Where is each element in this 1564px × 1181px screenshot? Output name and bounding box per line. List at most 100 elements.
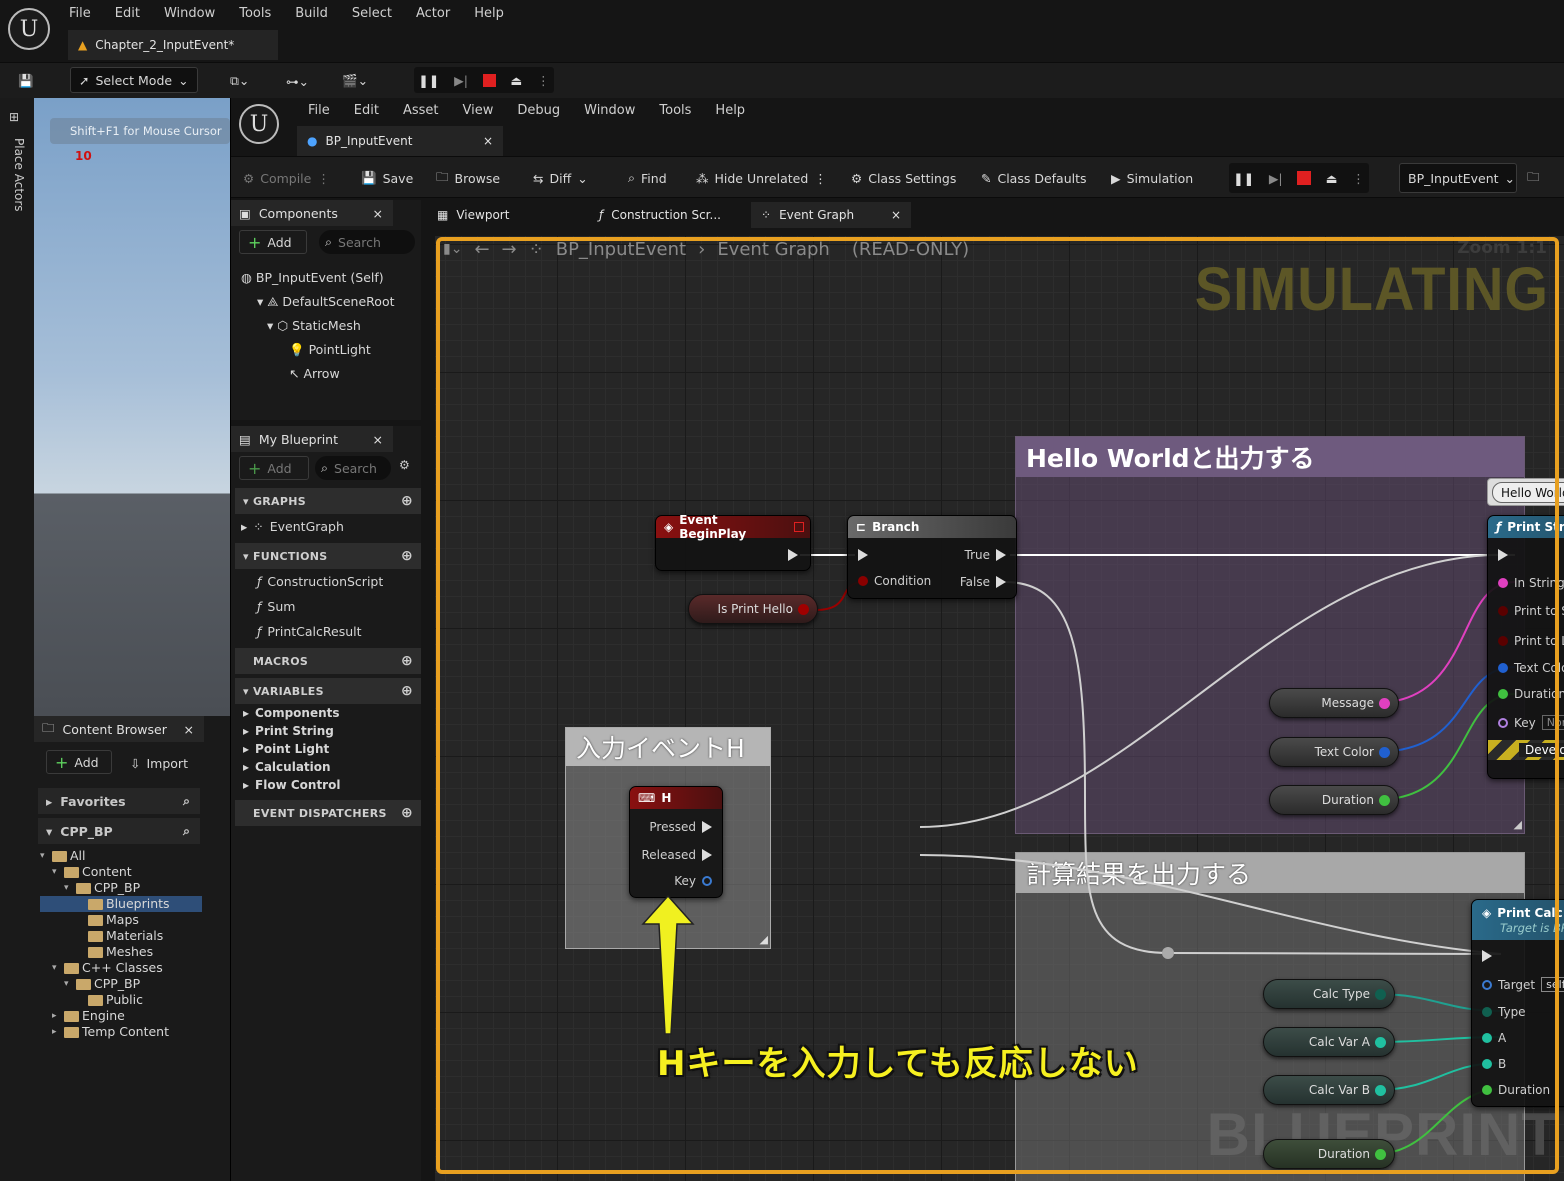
target-pin[interactable]: Target self — [1482, 977, 1564, 992]
class-settings-button[interactable]: ⚙ Class Settings — [851, 165, 956, 191]
folder-item[interactable]: ▾ CPP_BP — [40, 880, 202, 896]
unreal-logo-icon[interactable]: U — [8, 8, 50, 50]
cinematics-icon[interactable]: 🎬⌄ — [342, 68, 368, 94]
simulation-button[interactable]: ▶ Simulation — [1111, 165, 1193, 191]
getter-calc-duration[interactable]: Duration — [1263, 1139, 1395, 1169]
pressed-pin[interactable]: Pressed — [649, 820, 712, 834]
bp-asset-tab[interactable]: ● BP_InputEvent × — [297, 126, 503, 156]
menu-help[interactable]: Help — [462, 1, 516, 27]
calc-duration-pin[interactable]: Duration — [1482, 1083, 1550, 1097]
pause-icon[interactable]: ❚❚ — [418, 73, 439, 88]
bp-menu-asset[interactable]: Asset — [391, 98, 451, 124]
key-out-pin[interactable]: Key — [674, 874, 712, 888]
compile-button[interactable]: ⚙ Compile ⋮ — [243, 165, 330, 191]
select-mode-dropdown[interactable]: ➚ Select Mode ⌄ — [70, 67, 198, 93]
variable-category[interactable]: ▸ Flow Control — [235, 776, 421, 794]
folder-item[interactable]: ▸ Engine — [40, 1008, 202, 1024]
key-pin[interactable]: Key None — [1498, 715, 1564, 730]
bp-menu-tools[interactable]: Tools — [647, 98, 703, 124]
reroute-node[interactable] — [1162, 947, 1174, 959]
close-icon[interactable]: × — [483, 134, 493, 148]
exec-out-pin[interactable] — [788, 549, 798, 564]
menu-edit[interactable]: Edit — [103, 1, 152, 27]
comment-bubble[interactable]: Hello Worldと出力する — [1487, 478, 1564, 506]
browse-button[interactable]: 🗀 Browse — [436, 165, 500, 191]
folder-item[interactable]: Maps — [40, 912, 202, 928]
node-key-h[interactable]: ⌨ H Pressed Released Key — [629, 786, 723, 898]
more-icon[interactable]: ⋮ — [1352, 171, 1365, 186]
stop-icon[interactable] — [482, 73, 496, 87]
getter-calc-var-b[interactable]: Calc Var B — [1263, 1075, 1395, 1105]
caret-down-icon[interactable]: ▸ — [52, 1008, 61, 1024]
menu-build[interactable]: Build — [283, 1, 340, 27]
bp-menu-file[interactable]: File — [296, 98, 342, 124]
more-icon[interactable]: ⋮ — [814, 171, 827, 186]
folder-item[interactable]: ▾ C++ Classes — [40, 960, 202, 976]
menu-file[interactable]: File — [57, 1, 103, 27]
close-icon[interactable]: × — [891, 208, 901, 222]
component-item[interactable]: ▾ ⬡ StaticMesh — [241, 314, 395, 338]
pause-icon[interactable]: ❚❚ — [1233, 171, 1254, 186]
folder-item[interactable]: Materials — [40, 928, 202, 944]
node-event-beginplay[interactable]: ◈ Event BeginPlay — [655, 513, 811, 571]
key-value-field[interactable]: None — [1541, 715, 1564, 730]
cb-import-button[interactable]: ⇩ Import — [130, 750, 188, 776]
menu-actor[interactable]: Actor — [404, 1, 462, 27]
event-dispatchers-section[interactable]: EVENT DISPATCHERS ⊕ — [235, 800, 421, 826]
node-print-string[interactable]: ƒ Print String In String Print to Screen✓… — [1487, 515, 1564, 779]
caret-down-icon[interactable]: ▾ — [64, 976, 73, 992]
duration-pin[interactable]: Duration — [1498, 687, 1564, 701]
exec-in-pin[interactable] — [858, 549, 868, 564]
search-icon[interactable]: ⌕ — [183, 823, 190, 839]
function-item[interactable]: ƒ ConstructionScript — [235, 569, 421, 594]
stop-icon[interactable] — [1297, 171, 1312, 185]
save-level-icon[interactable]: 💾 — [18, 68, 34, 94]
components-add-button[interactable]: + Add — [239, 230, 307, 254]
variable-category[interactable]: ▸ Point Light — [235, 740, 421, 758]
b-pin[interactable]: B — [1482, 1057, 1506, 1071]
more-icon[interactable]: ⋮ — [537, 73, 550, 88]
exec-in-pin[interactable] — [1498, 549, 1508, 564]
int-pin[interactable] — [1375, 1085, 1386, 1096]
condition-pin[interactable]: Condition — [858, 574, 931, 588]
getter-calc-type[interactable]: Calc Type — [1263, 979, 1395, 1009]
node-branch[interactable]: ⊏ Branch Condition True False — [847, 515, 1017, 599]
bp-menu-window[interactable]: Window — [572, 98, 647, 124]
graph-item[interactable]: ▸ ⁘ EventGraph — [235, 514, 421, 539]
class-defaults-button[interactable]: ✎ Class Defaults — [981, 165, 1087, 191]
component-item[interactable]: ↖ Arrow — [241, 362, 395, 386]
content-browser-tab[interactable]: 🗀 Content Browser × — [34, 716, 204, 742]
caret-down-icon[interactable]: ▸ — [52, 1024, 61, 1040]
bp-menu-debug[interactable]: Debug — [505, 98, 572, 124]
my-blueprint-search-input[interactable]: ⌕ Search — [315, 456, 391, 480]
caret-down-icon[interactable]: ▾ — [52, 864, 61, 880]
print-to-screen-pin[interactable]: Print to Screen✓ — [1498, 603, 1564, 618]
add-circle-icon[interactable]: ⊕ — [401, 805, 413, 821]
variable-category[interactable]: ▸ Print String — [235, 722, 421, 740]
place-actors-icon[interactable]: ⊞ — [9, 110, 19, 124]
add-circle-icon[interactable]: ⊕ — [401, 493, 413, 509]
level-tab[interactable]: ▲ Chapter_2_InputEvent* — [68, 30, 278, 60]
add-circle-icon[interactable]: ⊕ — [401, 548, 413, 564]
float-pin[interactable] — [1375, 1149, 1386, 1160]
my-blueprint-tab[interactable]: ▤ My Blueprint × — [231, 426, 393, 452]
released-pin[interactable]: Released — [641, 848, 712, 862]
folder-item[interactable]: ▾ Content — [40, 864, 202, 880]
bp-menu-help[interactable]: Help — [703, 98, 757, 124]
bp-menu-edit[interactable]: Edit — [342, 98, 391, 124]
text-color-pin[interactable]: Text Color — [1498, 661, 1564, 675]
variable-category[interactable]: ▸ Components — [235, 704, 421, 722]
caret-down-icon[interactable]: ▾ — [52, 960, 61, 976]
blueprint-menu-icon[interactable]: ⊶⌄ — [286, 68, 309, 94]
place-actors-label[interactable]: Place Actors — [12, 138, 26, 212]
variables-section[interactable]: ▾ VARIABLES ⊕ — [235, 678, 421, 704]
menu-select[interactable]: Select — [340, 1, 404, 27]
favorites-section[interactable]: ▸ Favorites ⌕ — [38, 788, 200, 814]
eject-icon[interactable]: ⏏ — [1326, 171, 1338, 186]
folder-item[interactable]: Public — [40, 992, 202, 1008]
target-value-field[interactable]: self — [1541, 977, 1564, 992]
tab-construction-script[interactable]: ƒ Construction Scr... — [589, 202, 749, 228]
functions-section[interactable]: ▾ FUNCTIONS ⊕ — [235, 543, 421, 569]
close-icon[interactable]: × — [184, 722, 194, 737]
level-viewport[interactable]: Shift+F1 for Mouse Cursor 10 — [34, 98, 230, 716]
